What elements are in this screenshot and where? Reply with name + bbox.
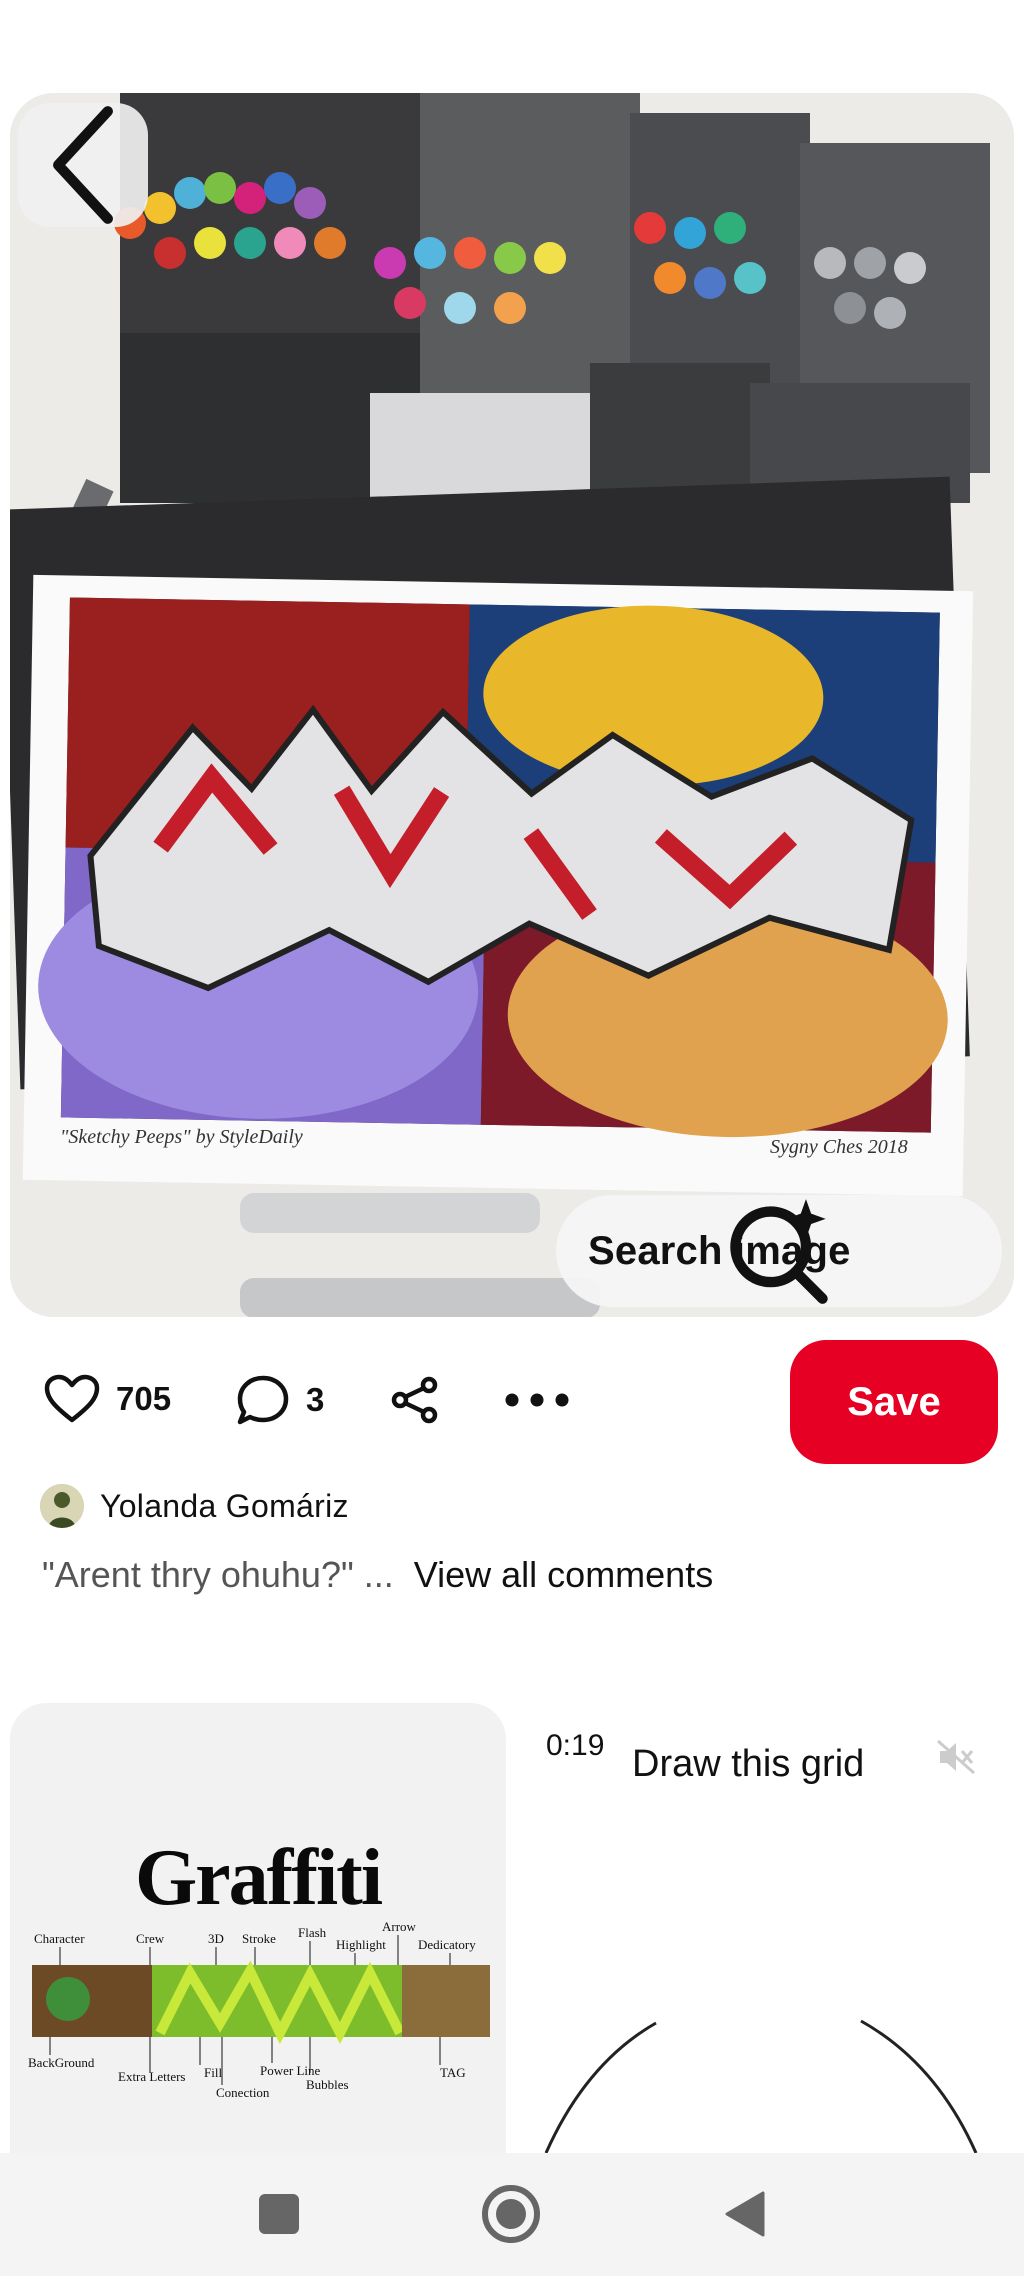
share-button[interactable] bbox=[390, 1376, 440, 1424]
pin-image[interactable]: "Sketchy Peeps" by StyleDaily Sygny Ches… bbox=[10, 93, 1014, 1317]
recent-apps-button[interactable] bbox=[246, 2181, 312, 2247]
square-icon bbox=[259, 2194, 299, 2234]
label-3d: 3D bbox=[208, 1931, 224, 1946]
related-pin-video[interactable]: 0:19 Draw this grid bbox=[516, 1703, 1024, 2153]
heart-icon bbox=[44, 1374, 100, 1423]
comment-author-name: Yolanda Gomáriz bbox=[100, 1487, 349, 1524]
related-pin-graffiti[interactable]: Character Crew 3D Stroke Flash Highlight… bbox=[10, 1703, 506, 2153]
comment-count: 3 bbox=[306, 1381, 325, 1418]
label-dedicatory: Dedicatory bbox=[418, 1937, 476, 1952]
pin-action-bar: 705 3 Save bbox=[0, 1340, 1024, 1464]
label-conection: Conection bbox=[216, 2085, 270, 2100]
muted-speaker-icon[interactable] bbox=[936, 1739, 976, 1775]
label-tag: TAG bbox=[440, 2065, 466, 2080]
artwork-signature-right: Sygny Ches 2018 bbox=[770, 1136, 908, 1158]
back-button[interactable] bbox=[18, 103, 148, 227]
label-character: Character bbox=[34, 1931, 85, 1946]
triangle-back-icon bbox=[725, 2191, 765, 2237]
label-power-line: Power Line bbox=[260, 2063, 321, 2078]
video-duration: 0:19 bbox=[546, 1729, 605, 1762]
more-dots-icon bbox=[505, 1393, 569, 1407]
label-background: BackGround bbox=[28, 2055, 95, 2070]
save-button[interactable]: Save bbox=[790, 1340, 998, 1464]
label-flash: Flash bbox=[298, 1925, 327, 1940]
view-all-comments-link[interactable]: View all comments bbox=[414, 1554, 713, 1596]
comment-preview: "Arent thry ohuhu?" ... View all comment… bbox=[42, 1554, 713, 1596]
label-fill: Fill bbox=[204, 2065, 222, 2080]
avatar bbox=[40, 1484, 84, 1528]
chevron-left-icon bbox=[53, 106, 113, 224]
search-image-button[interactable]: Search image bbox=[556, 1195, 1002, 1307]
label-crew: Crew bbox=[136, 1931, 165, 1946]
label-bubbles: Bubbles bbox=[306, 2077, 349, 2092]
like-button[interactable]: 705 bbox=[44, 1374, 171, 1424]
comment-author-row[interactable]: Yolanda Gomáriz bbox=[40, 1484, 349, 1528]
label-highlight: Highlight bbox=[336, 1937, 386, 1952]
pin-photo: "Sketchy Peeps" by StyleDaily Sygny Ches… bbox=[10, 93, 1014, 1317]
video-title: Draw this grid bbox=[632, 1743, 865, 1785]
video-preview-drawing bbox=[544, 2019, 978, 2153]
share-icon bbox=[391, 1376, 438, 1424]
visual-search-icon bbox=[730, 1199, 828, 1304]
back-nav-button[interactable] bbox=[712, 2181, 778, 2247]
user-avatar-image bbox=[40, 1484, 84, 1528]
graffiti-diagram-image: Character Crew 3D Stroke Flash Highlight… bbox=[28, 1919, 490, 2100]
comment-button[interactable]: 3 bbox=[236, 1374, 324, 1426]
comment-bubble-icon bbox=[237, 1375, 289, 1425]
label-extra-letters: Extra Letters bbox=[118, 2069, 186, 2084]
more-options-button[interactable] bbox=[504, 1390, 570, 1410]
like-count: 705 bbox=[116, 1380, 172, 1417]
comment-text: "Arent thry ohuhu?" ... bbox=[42, 1554, 394, 1595]
graffiti-title: Graffiti bbox=[134, 1834, 383, 1922]
android-navigation-bar bbox=[0, 2153, 1024, 2276]
label-stroke: Stroke bbox=[242, 1931, 276, 1946]
home-circle-icon bbox=[482, 2185, 540, 2243]
home-button[interactable] bbox=[478, 2181, 544, 2247]
artwork-signature-left: "Sketchy Peeps" by StyleDaily bbox=[60, 1126, 303, 1148]
